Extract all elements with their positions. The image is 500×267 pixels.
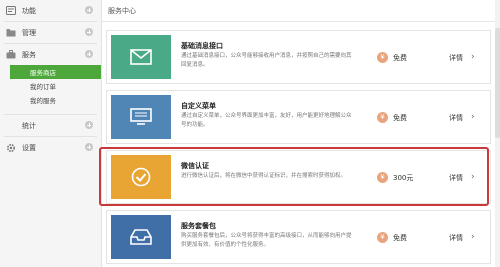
function-icon (6, 6, 16, 15)
card-title: 基础消息接口 (181, 42, 223, 50)
expand-icon[interactable] (85, 6, 93, 14)
main-content: 服务中心 基础消息接口 通过基础消息接口，公众号能够接收用户消息，并按照自己的需… (102, 0, 500, 267)
inbox-icon (111, 215, 171, 259)
service-card-package[interactable]: 服务套餐包 购买服务套餐包后，公众号将获得丰富的高级接口，从而能够向用户提供更加… (106, 210, 491, 264)
details-link[interactable]: 详情 (449, 53, 463, 63)
expand-icon[interactable] (85, 143, 93, 151)
expand-icon[interactable] (85, 28, 93, 36)
briefcase-icon (6, 50, 16, 59)
page-title: 服务中心 (102, 0, 500, 22)
collapse-icon[interactable] (85, 50, 93, 58)
sidebar-group-label: 管理 (22, 28, 36, 37)
card-price: 免费 (393, 114, 407, 122)
scrollbar-thumb[interactable] (495, 28, 500, 138)
card-price: 免费 (393, 54, 407, 62)
card-price: 免费 (393, 234, 407, 242)
monitor-icon (111, 95, 171, 139)
sidebar-item-service-store[interactable]: 服务商店 (10, 65, 101, 79)
details-link[interactable]: 详情 (449, 113, 463, 123)
details-link[interactable]: 详情 (449, 233, 463, 243)
highlight-box (99, 147, 489, 206)
sidebar-group-manage[interactable]: 管理 (0, 22, 101, 43)
card-description: 通过自定义菜单，公众号界面更加丰富，友好，用户能更好地理解公众号的功能。 (181, 113, 352, 128)
chart-icon (6, 121, 16, 130)
sidebar-group-label: 功能 (22, 6, 36, 15)
chevron-right-icon[interactable]: › (471, 52, 475, 62)
chevron-right-icon[interactable]: › (471, 112, 475, 122)
sidebar-group-label: 统计 (22, 121, 36, 130)
sidebar-group-settings[interactable]: 设置 (0, 137, 101, 158)
sidebar-group-stats[interactable]: 统计 (0, 115, 101, 136)
expand-icon[interactable] (85, 121, 93, 129)
sidebar-group-function[interactable]: 功能 (0, 0, 101, 21)
envelope-icon (111, 35, 171, 79)
card-description: 购买服务套餐包后，公众号将获得丰富的高级接口，从而能够向用户提供更加有效、有价值… (181, 233, 352, 248)
card-description: 通过基础消息接口，公众号能够接收用户消息，并按照自己的需要向其回复消息。 (181, 53, 352, 68)
service-card-custom-menu[interactable]: 自定义菜单 通过自定义菜单，公众号界面更加丰富，友好，用户能更好地理解公众号的功… (106, 90, 491, 144)
gear-icon (6, 143, 16, 153)
sidebar-item-my-orders[interactable]: 我的订单 (0, 79, 101, 93)
coin-icon: ¥ (377, 232, 388, 243)
card-title: 自定义菜单 (181, 102, 216, 110)
sidebar: 功能 管理 服务 服务商店 我的订单 我的服务 统计 设置 (0, 0, 102, 267)
service-card-basic-message[interactable]: 基础消息接口 通过基础消息接口，公众号能够接收用户消息，并按照自己的需要向其回复… (106, 30, 491, 84)
coin-icon: ¥ (377, 52, 388, 63)
sidebar-group-service[interactable]: 服务 (0, 44, 101, 65)
sidebar-group-label: 设置 (22, 143, 36, 152)
sidebar-item-my-services[interactable]: 我的服务 (0, 93, 101, 107)
chevron-right-icon[interactable]: › (471, 232, 475, 242)
folder-icon (6, 28, 16, 37)
card-title: 服务套餐包 (181, 222, 216, 230)
sidebar-group-label: 服务 (22, 50, 36, 59)
coin-icon: ¥ (377, 112, 388, 123)
